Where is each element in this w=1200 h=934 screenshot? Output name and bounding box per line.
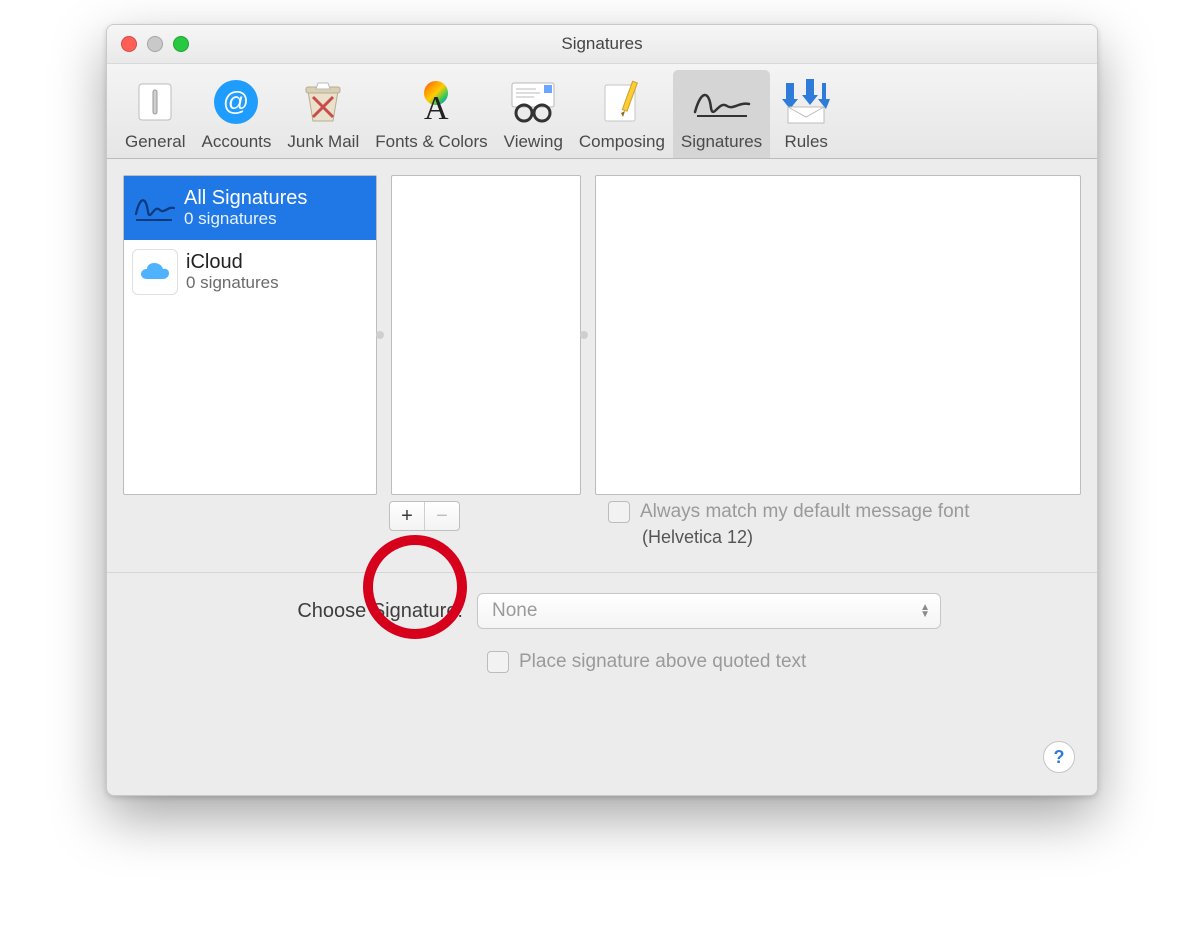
accounts-list[interactable]: All Signatures 0 signatures iCloud 0 sig… bbox=[123, 175, 377, 495]
remove-signature-button: − bbox=[424, 502, 459, 530]
general-icon bbox=[125, 74, 185, 130]
window-controls bbox=[107, 36, 189, 52]
signatures-icon bbox=[681, 74, 762, 130]
add-signature-button[interactable]: + bbox=[390, 502, 424, 530]
toolbar-label: Viewing bbox=[504, 132, 563, 152]
composing-icon bbox=[579, 74, 665, 130]
toolbar-rules[interactable]: Rules bbox=[770, 70, 842, 158]
close-window-button[interactable] bbox=[121, 36, 137, 52]
help-icon: ? bbox=[1054, 747, 1065, 768]
add-remove-group: + − bbox=[389, 501, 460, 531]
match-font-label: Always match my default message font bbox=[640, 501, 969, 523]
signature-icon bbox=[132, 186, 176, 230]
signature-preview[interactable] bbox=[595, 175, 1081, 495]
minimize-window-button bbox=[147, 36, 163, 52]
toolbar-label: Fonts & Colors bbox=[375, 132, 487, 152]
account-subtitle: 0 signatures bbox=[184, 209, 307, 229]
minus-icon: − bbox=[436, 505, 448, 528]
account-all-signatures[interactable]: All Signatures 0 signatures bbox=[124, 176, 376, 240]
plus-icon: + bbox=[401, 505, 413, 528]
fonts-colors-icon: A bbox=[375, 74, 487, 130]
choose-signature-value: None bbox=[492, 600, 537, 622]
preferences-toolbar: General @ Accounts bbox=[107, 64, 1097, 159]
toolbar-label: Accounts bbox=[201, 132, 271, 152]
toolbar-signatures[interactable]: Signatures bbox=[673, 70, 770, 158]
zoom-window-button[interactable] bbox=[173, 36, 189, 52]
signatures-content: All Signatures 0 signatures iCloud 0 sig… bbox=[107, 159, 1097, 495]
help-button[interactable]: ? bbox=[1043, 741, 1075, 773]
place-above-checkbox bbox=[487, 651, 509, 673]
account-title: All Signatures bbox=[184, 187, 307, 209]
column-resize-handle[interactable] bbox=[376, 331, 384, 339]
toolbar-label: Composing bbox=[579, 132, 665, 152]
choose-signature-popup[interactable]: None ▲▼ bbox=[477, 593, 941, 629]
toolbar-accounts[interactable]: @ Accounts bbox=[193, 70, 279, 158]
chevron-up-down-icon: ▲▼ bbox=[920, 604, 930, 618]
column-resize-handle[interactable] bbox=[580, 331, 588, 339]
account-subtitle: 0 signatures bbox=[186, 273, 279, 293]
choose-signature-label: Choose Signature: bbox=[123, 600, 463, 623]
toolbar-fonts-colors[interactable]: A Fonts & Colors bbox=[367, 70, 495, 158]
bottom-form: Choose Signature: None ▲▼ Place signatur… bbox=[107, 573, 1097, 673]
accounts-icon: @ bbox=[201, 74, 271, 130]
preferences-window: Signatures General @ bbox=[106, 24, 1098, 796]
junk-mail-icon bbox=[287, 74, 359, 130]
match-font-detail: (Helvetica 12) bbox=[608, 527, 969, 548]
toolbar-junk-mail[interactable]: Junk Mail bbox=[279, 70, 367, 158]
icloud-icon bbox=[132, 249, 178, 295]
toolbar-label: Junk Mail bbox=[287, 132, 359, 152]
toolbar-viewing[interactable]: Viewing bbox=[496, 70, 571, 158]
window-title: Signatures bbox=[107, 34, 1097, 54]
svg-text:A: A bbox=[424, 90, 449, 127]
signature-names-list[interactable] bbox=[391, 175, 581, 495]
viewing-icon bbox=[504, 74, 563, 130]
under-columns-row: + − Always match my default message font… bbox=[107, 495, 1097, 548]
match-font-checkbox bbox=[608, 501, 630, 523]
toolbar-label: Signatures bbox=[681, 132, 762, 152]
titlebar: Signatures bbox=[107, 25, 1097, 64]
account-icloud[interactable]: iCloud 0 signatures bbox=[124, 240, 376, 304]
rules-icon bbox=[778, 74, 834, 130]
match-font-group: Always match my default message font (He… bbox=[608, 501, 969, 548]
toolbar-general[interactable]: General bbox=[117, 70, 193, 158]
account-title: iCloud bbox=[186, 251, 279, 273]
toolbar-composing[interactable]: Composing bbox=[571, 70, 673, 158]
toolbar-label: Rules bbox=[778, 132, 834, 152]
toolbar-label: General bbox=[125, 132, 185, 152]
svg-text:@: @ bbox=[223, 86, 249, 116]
place-above-label: Place signature above quoted text bbox=[519, 651, 806, 673]
